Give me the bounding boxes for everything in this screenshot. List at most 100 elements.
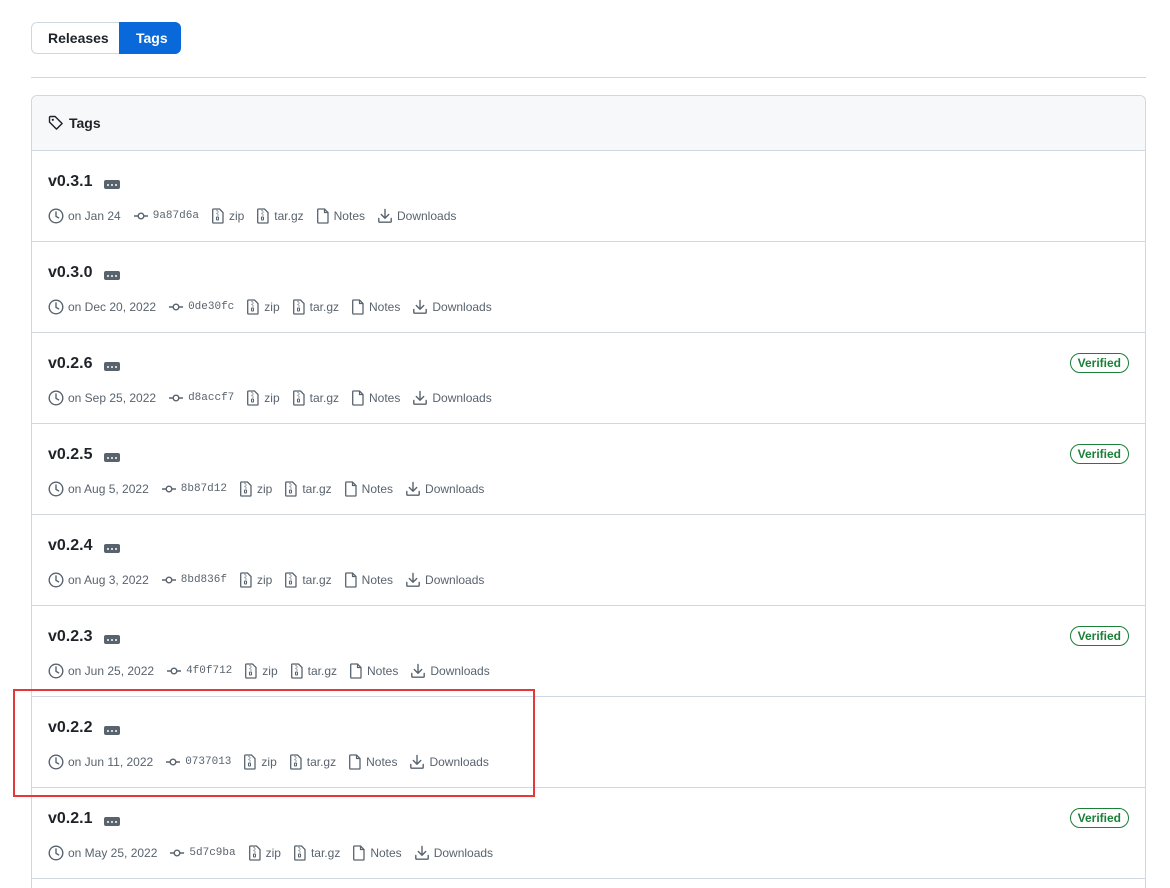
tag-name-link[interactable]: v0.3.0 — [48, 264, 92, 282]
commit-sha: 5d7c9ba — [189, 847, 236, 859]
zip-link[interactable]: zip — [246, 390, 280, 406]
commit-link[interactable]: 8bd836f — [161, 572, 227, 588]
notes-link[interactable]: Notes — [352, 845, 402, 861]
targz-label: tar.gz — [302, 573, 332, 587]
downloads-link[interactable]: Downloads — [410, 663, 490, 679]
commit-link[interactable]: d8accf7 — [168, 390, 234, 406]
zip-link[interactable]: zip — [211, 208, 244, 224]
tag-name-link[interactable]: v0.2.3 — [48, 628, 92, 646]
more-options-button[interactable] — [104, 180, 121, 189]
notes-link[interactable]: Notes — [348, 754, 397, 770]
tags-box-title: Tags — [69, 115, 101, 131]
tag-row: v0.3.1 on Jan 24 9a87d6a zip tar.gz Note… — [32, 151, 1145, 242]
tag-icon — [48, 115, 63, 130]
tags-tab[interactable]: Tags — [119, 22, 181, 54]
notes-label: Notes — [333, 209, 365, 223]
download-icon — [410, 754, 425, 769]
targz-link[interactable]: tar.gz — [293, 845, 340, 861]
more-options-button[interactable] — [104, 635, 121, 644]
notes-link[interactable]: Notes — [316, 208, 365, 224]
verified-badge[interactable]: Verified — [1069, 353, 1129, 373]
commit-link[interactable]: 0de30fc — [168, 299, 234, 315]
verified-badge[interactable]: Verified — [1069, 808, 1129, 828]
more-options-button[interactable] — [104, 817, 121, 826]
more-options-button[interactable] — [104, 453, 121, 462]
download-icon — [411, 663, 426, 678]
releases-tab[interactable]: Releases — [31, 22, 119, 54]
file-zip-icon — [247, 299, 259, 315]
clock-icon — [48, 572, 64, 588]
targz-link[interactable]: tar.gz — [289, 754, 336, 770]
download-icon — [413, 299, 428, 314]
downloads-link[interactable]: Downloads — [409, 754, 489, 770]
notes-label: Notes — [366, 755, 398, 769]
verified-badge[interactable]: Verified — [1069, 626, 1129, 646]
commit-icon — [161, 576, 176, 584]
commit-link[interactable]: 9a87d6a — [133, 208, 199, 224]
file-icon — [350, 663, 362, 679]
commit-icon — [166, 758, 181, 766]
clock-icon — [48, 845, 64, 861]
notes-link[interactable]: Notes — [344, 572, 393, 588]
commit-link[interactable]: 5d7c9ba — [169, 845, 236, 861]
notes-link[interactable]: Notes — [351, 390, 400, 406]
zip-link[interactable]: zip — [246, 299, 280, 315]
tag-name-link[interactable]: v0.2.6 — [48, 355, 92, 373]
file-zip-icon — [285, 572, 297, 588]
commit-link[interactable]: 8b87d12 — [161, 481, 227, 497]
downloads-link[interactable]: Downloads — [405, 481, 484, 497]
commit-link[interactable]: 4f0f712 — [166, 663, 232, 679]
more-options-button[interactable] — [104, 726, 121, 735]
zip-link[interactable]: zip — [248, 845, 281, 861]
tag-name-link[interactable]: v0.3.1 — [48, 173, 92, 191]
tag-name-link[interactable]: v0.2.1 — [48, 810, 92, 828]
zip-link[interactable]: zip — [239, 481, 272, 497]
targz-link[interactable]: tar.gz — [284, 572, 332, 588]
more-options-button[interactable] — [104, 362, 121, 371]
targz-link[interactable]: tar.gz — [284, 481, 332, 497]
zip-label: zip — [261, 755, 277, 769]
downloads-link[interactable]: Downloads — [405, 572, 484, 588]
notes-link[interactable]: Notes — [349, 663, 398, 679]
commit-link[interactable]: 0737013 — [165, 754, 231, 770]
tag-date-text: on Jun 25, 2022 — [68, 664, 155, 678]
notes-link[interactable]: Notes — [351, 299, 400, 315]
zip-link[interactable]: zip — [243, 754, 277, 770]
targz-link[interactable]: tar.gz — [292, 390, 339, 406]
commit-icon — [167, 667, 182, 675]
tag-title-line: v0.2.3 — [48, 628, 121, 646]
targz-link[interactable]: tar.gz — [290, 663, 337, 679]
tag-date-text: on Dec 20, 2022 — [68, 300, 157, 314]
commit-sha: 9a87d6a — [152, 210, 199, 222]
tag-name-link[interactable]: v0.2.2 — [48, 719, 92, 737]
tag-name-link[interactable]: v0.2.5 — [48, 446, 92, 464]
file-zip-icon — [290, 663, 303, 679]
tag-name-link[interactable]: v0.2.4 — [48, 537, 92, 555]
commit-sha: 4f0f712 — [186, 665, 233, 677]
downloads-link[interactable]: Downloads — [377, 208, 456, 224]
tag-date: on Jun 11, 2022 — [48, 754, 153, 770]
downloads-link[interactable]: Downloads — [412, 390, 492, 406]
targz-link[interactable]: tar.gz — [292, 299, 339, 315]
zip-link[interactable]: zip — [244, 663, 278, 679]
more-options-button[interactable] — [104, 271, 121, 280]
targz-link[interactable]: tar.gz — [256, 208, 304, 224]
clock-icon — [48, 208, 64, 224]
commit-sha: 8b87d12 — [180, 483, 227, 495]
downloads-label: Downloads — [425, 482, 485, 496]
commit-icon — [161, 485, 176, 493]
file-zip-icon — [292, 390, 305, 406]
notes-label: Notes — [369, 391, 401, 405]
tag-title-line: v0.2.2 — [48, 719, 121, 737]
file-icon — [352, 299, 364, 315]
download-icon — [414, 845, 429, 860]
commit-icon — [169, 303, 184, 311]
more-options-button[interactable] — [104, 544, 121, 553]
zip-link[interactable]: zip — [239, 572, 272, 588]
notes-link[interactable]: Notes — [344, 481, 393, 497]
downloads-link[interactable]: Downloads — [414, 845, 493, 861]
downloads-link[interactable]: Downloads — [412, 299, 492, 315]
download-icon — [378, 208, 392, 223]
tag-date-text: on May 25, 2022 — [68, 846, 158, 860]
verified-badge[interactable]: Verified — [1069, 444, 1129, 464]
